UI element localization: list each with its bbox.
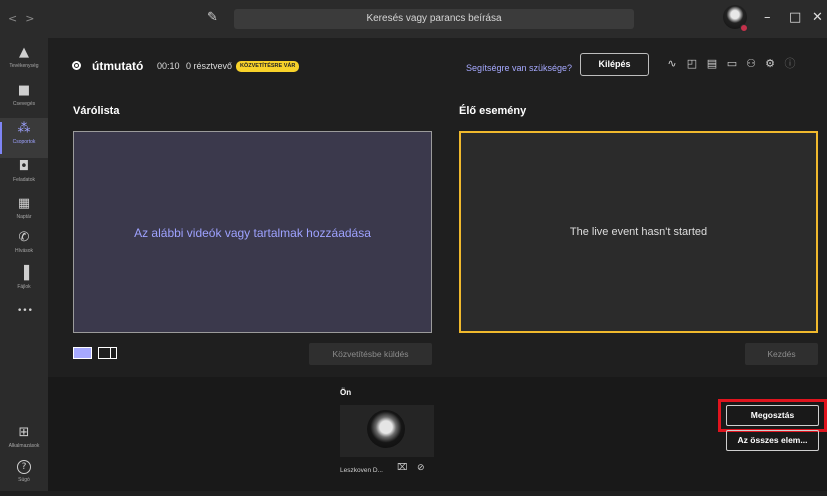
you-label: Ön — [340, 388, 352, 397]
compose-icon[interactable]: ✎ — [207, 10, 221, 25]
apps-icon: ⊞ — [18, 425, 30, 440]
sidebar-item-label: Feladatok — [13, 177, 35, 183]
maximize-icon[interactable]: □ — [789, 10, 801, 25]
chat-icon: ■ — [17, 83, 31, 98]
help-link[interactable]: Segítségre van szüksége? — [466, 63, 572, 73]
live-panel: The live event hasn't started — [459, 131, 818, 333]
highlight-box — [718, 399, 827, 432]
sidebar-item-label: Alkalmazások — [8, 443, 40, 449]
chat-panel-icon[interactable]: ▭ — [725, 57, 739, 71]
files-icon: ▐ — [19, 266, 29, 281]
more-icon: ••• — [17, 306, 33, 316]
start-button[interactable]: Kezdés — [745, 343, 818, 365]
calendar-icon: ▦ — [17, 196, 31, 211]
title-bar: <> ✎ Keresés vagy parancs beírása – □ ✕ — [0, 0, 827, 38]
help-icon: ? — [17, 460, 31, 474]
participant-tile[interactable] — [340, 405, 434, 457]
sidebar-item-teams[interactable]: ⁂ Csoportok — [0, 118, 48, 158]
participant-count: 0 résztvevő — [186, 61, 233, 71]
queue-heading: Várólista — [73, 105, 120, 117]
sidebar-item-label: Tevékenység — [9, 63, 39, 69]
qa-icon[interactable]: ◰ — [685, 57, 699, 71]
nav-arrows: <> — [8, 12, 42, 25]
send-live-button[interactable]: Közvetítésbe küldés — [309, 343, 432, 365]
app-bar: ▲ Tevékenység ■ Csevegés ⁂ Csoportok ◘ F… — [0, 38, 48, 491]
forward-arrow-icon[interactable]: > — [25, 12, 42, 25]
sidebar-item-label: Hívások — [14, 248, 34, 254]
participant-name: Leszkoven D... — [340, 467, 383, 474]
sidebar-item-label: Naptár — [16, 214, 32, 220]
status-badge: KÖZVETÍTÉSRE VÁR — [236, 61, 300, 72]
queue-panel[interactable]: Az alábbi videók vagy tartalmak hozzáadá… — [73, 131, 432, 333]
all-items-button[interactable]: Az összes elem... — [726, 430, 819, 451]
sidebar-item-chat[interactable]: ■ Csevegés — [0, 80, 48, 120]
sidebar-item-calls[interactable]: ✆ Hívások — [0, 227, 48, 267]
event-header: útmutató 00:10 0 résztvevő KÖZVETÍTÉSRE … — [48, 38, 827, 92]
sidebar-item-files[interactable]: ▐ Fájlok — [0, 263, 48, 303]
page-title: útmutató — [92, 59, 144, 73]
sidebar-item-more[interactable]: ••• — [0, 300, 48, 340]
info-icon[interactable]: ⓘ — [783, 57, 797, 71]
sidebar-item-label: Csoportok — [12, 139, 36, 145]
back-arrow-icon[interactable]: < — [8, 12, 25, 25]
search-input[interactable]: Keresés vagy parancs beírása — [234, 9, 634, 29]
sidebar-item-label: Csevegés — [12, 101, 36, 107]
elapsed-time: 00:10 — [157, 61, 180, 71]
single-layout-icon[interactable] — [73, 347, 92, 359]
exit-button[interactable]: Kilépés — [580, 53, 649, 76]
teams-icon: ⁂ — [17, 121, 31, 136]
sidebar-item-assignments[interactable]: ◘ Feladatok — [0, 156, 48, 196]
side-by-side-layout-icon[interactable] — [98, 347, 117, 359]
camera-off-icon: ⌧ — [397, 463, 408, 473]
participants-strip — [48, 377, 827, 491]
assignments-icon: ◘ — [18, 159, 30, 174]
mic-off-icon: ⊘ — [417, 463, 425, 473]
minimize-icon[interactable]: – — [764, 10, 771, 25]
health-icon[interactable]: ∿ — [665, 57, 679, 71]
live-heading: Élő esemény — [459, 105, 527, 117]
settings-icon[interactable]: ⚙ — [763, 57, 777, 71]
presence-busy-icon — [740, 24, 748, 32]
live-message: The live event hasn't started — [569, 226, 708, 238]
close-icon[interactable]: ✕ — [812, 10, 823, 25]
sidebar-item-label: Súgó — [18, 477, 30, 483]
sidebar-item-help[interactable]: ? Súgó — [0, 456, 48, 496]
phone-icon: ✆ — [18, 230, 30, 245]
people-icon[interactable]: ⚇ — [744, 57, 758, 71]
sidebar-item-label: Fájlok — [17, 284, 31, 290]
queue-placeholder: Az alábbi videók vagy tartalmak hozzáadá… — [134, 226, 371, 240]
recording-icon — [72, 61, 81, 70]
notes-icon[interactable]: ▤ — [705, 57, 719, 71]
sidebar-item-activity[interactable]: ▲ Tevékenység — [0, 42, 48, 82]
avatar — [367, 410, 405, 448]
bell-icon: ▲ — [19, 45, 29, 60]
